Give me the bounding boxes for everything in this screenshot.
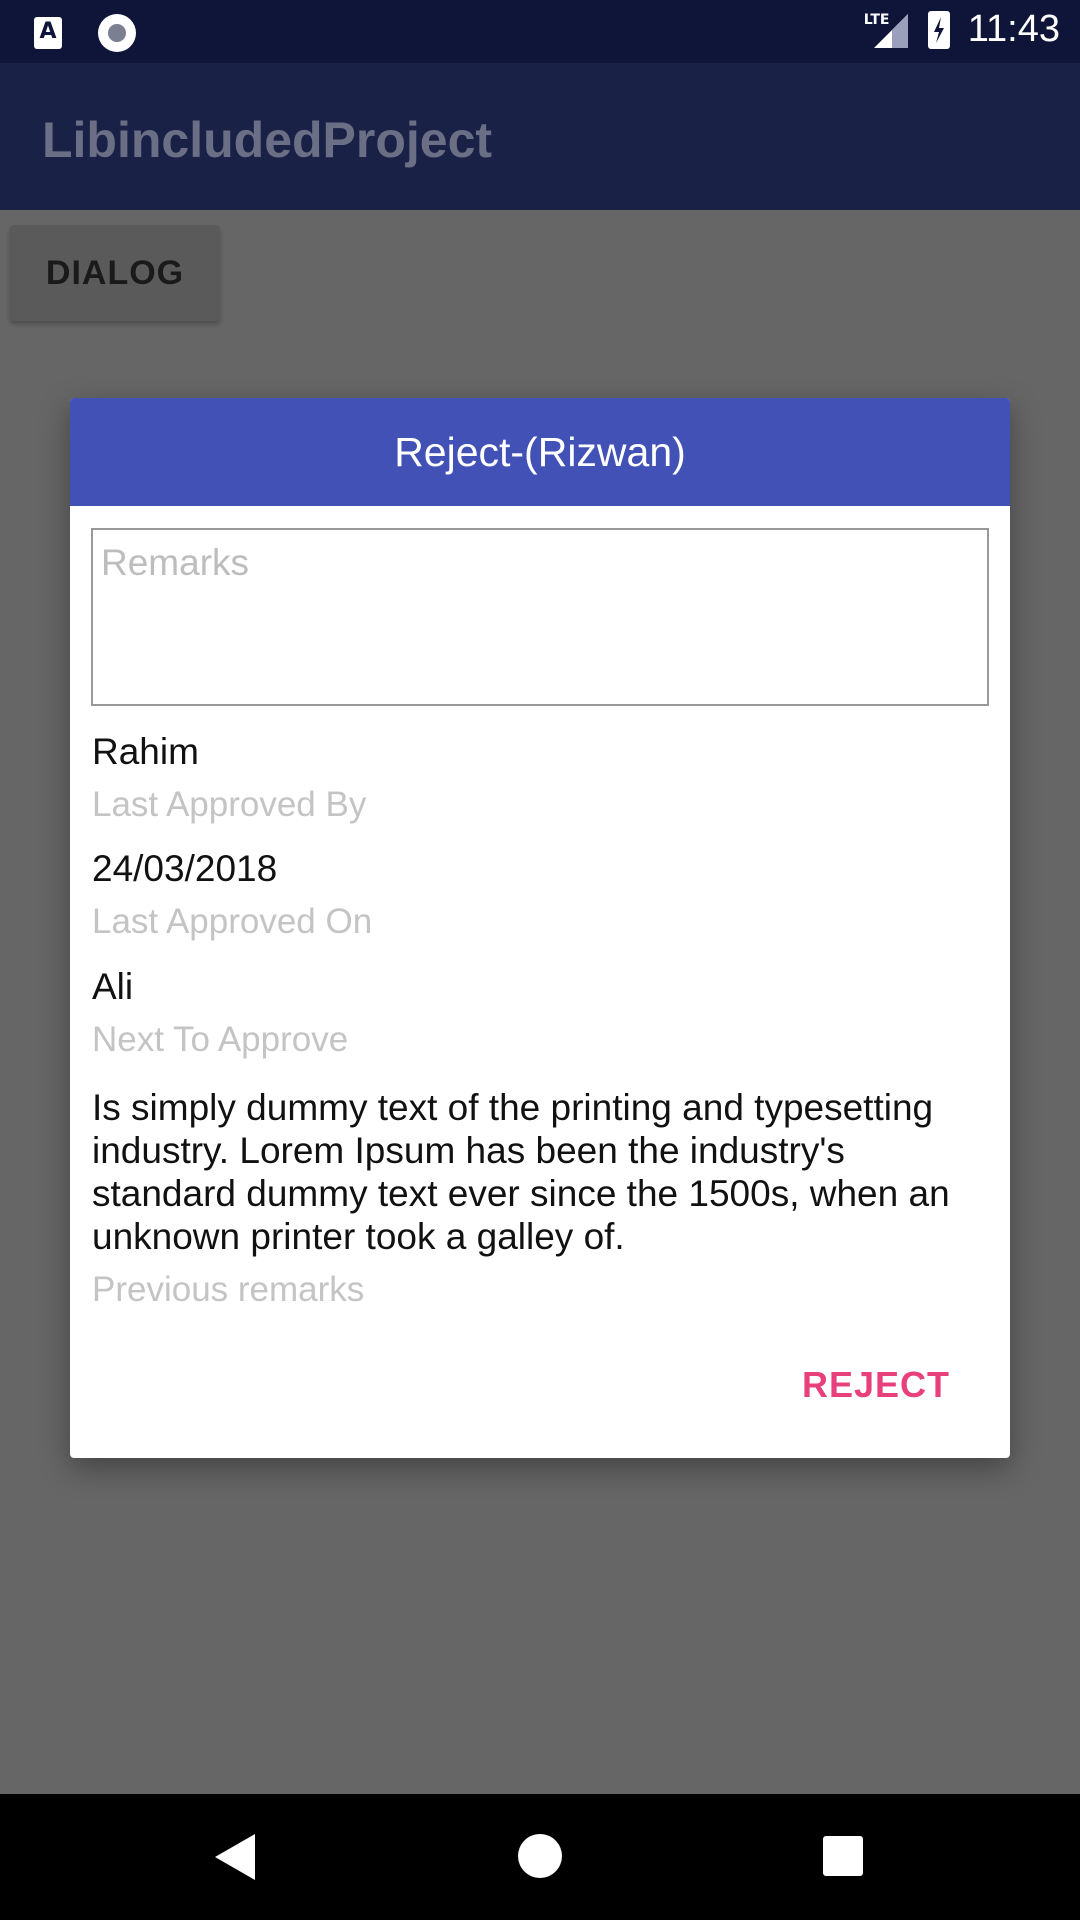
previous-remarks-label: Previous remarks bbox=[92, 1270, 365, 1309]
recents-icon[interactable] bbox=[823, 1836, 863, 1876]
last-approved-by-field: Rahim Last Approved By bbox=[92, 731, 366, 825]
next-to-approve-label: Next To Approve bbox=[92, 1020, 349, 1059]
app-bar: LibincludedProject bbox=[0, 63, 1080, 210]
reject-button[interactable]: REJECT bbox=[802, 1364, 950, 1406]
previous-remarks-value: Is simply dummy text of the printing and… bbox=[92, 1087, 950, 1257]
next-to-approve-field: Ali Next To Approve bbox=[92, 966, 348, 1060]
circle-notification-icon bbox=[98, 14, 136, 52]
app-title: LibincludedProject bbox=[42, 112, 493, 168]
next-to-approve-value: Ali bbox=[92, 966, 134, 1007]
battery-charging-icon bbox=[927, 10, 950, 49]
last-approved-by-value: Rahim bbox=[92, 731, 199, 772]
dialog-title: Reject-(Rizwan) bbox=[70, 398, 1010, 506]
previous-remarks-field: Is simply dummy text of the printing and… bbox=[92, 1086, 992, 1310]
back-icon[interactable] bbox=[215, 1834, 255, 1880]
a-notification-icon: A bbox=[34, 17, 62, 49]
last-approved-on-field: 24/03/2018 Last Approved On bbox=[92, 848, 372, 942]
dialog-button[interactable]: DIALOG bbox=[10, 225, 220, 321]
home-icon[interactable] bbox=[518, 1834, 562, 1878]
status-bar: A LTE 11:43 bbox=[0, 0, 1080, 63]
remarks-input[interactable]: Remarks bbox=[91, 528, 989, 706]
clock: 11:43 bbox=[967, 8, 1060, 50]
lte-signal-icon: LTE bbox=[862, 10, 910, 50]
navigation-bar bbox=[0, 1794, 1080, 1920]
last-approved-on-label: Last Approved On bbox=[92, 902, 373, 941]
last-approved-on-value: 24/03/2018 bbox=[92, 848, 278, 889]
reject-dialog: Reject-(Rizwan) Remarks Rahim Last Appro… bbox=[70, 398, 1010, 1458]
remarks-placeholder: Remarks bbox=[101, 542, 250, 583]
last-approved-by-label: Last Approved By bbox=[92, 785, 367, 824]
